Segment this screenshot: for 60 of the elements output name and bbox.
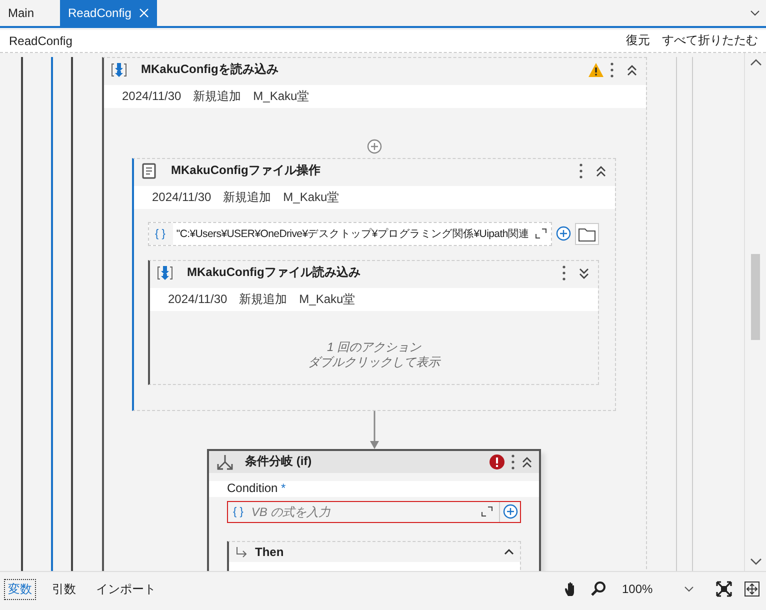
zoom-dropdown[interactable]: 100% [622, 582, 694, 596]
panel-tab[interactable]: 引数 [48, 578, 80, 600]
activity-title: 条件分岐 (if) [245, 453, 313, 470]
activity-card[interactable]: MKakuConfigファイル読み込み 2024/11/30 新規追加 M_Kaku堂 1 回のアクション ダブルクリックして表示 [148, 260, 599, 385]
download-icon [157, 264, 173, 281]
if-activity-card[interactable]: 条件分岐 (if) Condition * { } VB の式を入力 Then [207, 448, 541, 572]
activity-title: MKakuConfigファイル操作 [171, 162, 322, 180]
zoom-icon[interactable] [590, 581, 606, 598]
expand-editor-icon[interactable] [481, 506, 493, 518]
download-icon [111, 62, 127, 78]
collapse-icon[interactable] [504, 548, 514, 556]
more-icon[interactable] [511, 454, 515, 470]
tab[interactable]: ReadConfig [60, 0, 158, 26]
add-icon[interactable] [503, 504, 518, 520]
activity-title: MKakuConfigを読み込み [141, 61, 280, 78]
expression-input[interactable]: VB の式を入力 [251, 502, 475, 521]
scroll-thumb[interactable] [751, 254, 760, 340]
condition-field[interactable]: { } VB の式を入力 [227, 500, 521, 523]
toolbar-link[interactable]: 復元 [626, 32, 650, 50]
collapsed-hint: 1 回のアクション ダブルクリックして表示 [307, 338, 442, 371]
expression-marker: { } [232, 506, 244, 518]
then-label: Then [255, 544, 285, 559]
path-field[interactable]: { } "C:¥Users¥USER¥OneDrive¥デスクトップ¥プログラミング関係¥Uipath関連 [148, 222, 552, 246]
more-icon[interactable] [610, 62, 614, 78]
chevron-down-icon[interactable] [750, 10, 760, 16]
activity-title: MKakuConfigファイル読み込み [187, 264, 362, 282]
collapse-icon[interactable] [626, 62, 638, 77]
annotation-text: 2024/11/30 新規追加 M_Kaku堂 [150, 288, 598, 311]
toolbar-link[interactable]: すべて折りたたむ [662, 32, 758, 50]
expression-marker: { } [149, 222, 174, 245]
connector-arrow [370, 410, 378, 449]
caret-icon [684, 586, 694, 592]
breadcrumb: ReadConfig [9, 34, 72, 48]
branch-icon [217, 454, 233, 470]
more-icon[interactable] [562, 264, 566, 281]
required-mark: * [281, 480, 286, 495]
annotation-text: 2024/11/30 新規追加 M_Kaku堂 [104, 84, 646, 108]
annotation-text: 2024/11/30 新規追加 M_Kaku堂 [134, 186, 615, 209]
scroll-down-icon[interactable] [750, 558, 762, 566]
scroll-up-icon[interactable] [750, 58, 762, 66]
activity-card[interactable] [102, 56, 647, 572]
collapse-icon[interactable] [521, 454, 533, 469]
fit-screen-icon[interactable] [716, 581, 732, 598]
more-icon[interactable] [579, 162, 583, 179]
overview-icon[interactable] [744, 581, 760, 598]
expand-editor-icon[interactable] [535, 228, 547, 240]
close-icon[interactable] [139, 8, 150, 18]
add-activity-icon[interactable] [366, 138, 382, 154]
branch-arrow-icon [235, 546, 247, 558]
collapse-icon[interactable] [595, 164, 607, 178]
activity-card[interactable]: MKakuConfigファイル操作 2024/11/30 新規追加 M_Kaku堂 { } "C:¥Users¥USER¥OneDrive¥デスクトップ¥プログラミング関係¥Uipath関連 MKakuConfigファイル読み込み 2024/11/30 新規追加 M_Kaku堂 1 回のアクション ダブルクリックして表示 [132, 158, 616, 411]
tab[interactable]: Main [0, 0, 60, 26]
browse-button[interactable] [575, 222, 599, 245]
panel-tab[interactable]: 変数 [4, 578, 36, 600]
panel-tab[interactable]: インポート [92, 578, 160, 600]
add-icon[interactable] [556, 226, 571, 242]
expand-icon[interactable] [578, 266, 590, 280]
condition-label: Condition [227, 480, 278, 495]
document-icon [141, 162, 157, 179]
folder-icon [578, 226, 596, 242]
